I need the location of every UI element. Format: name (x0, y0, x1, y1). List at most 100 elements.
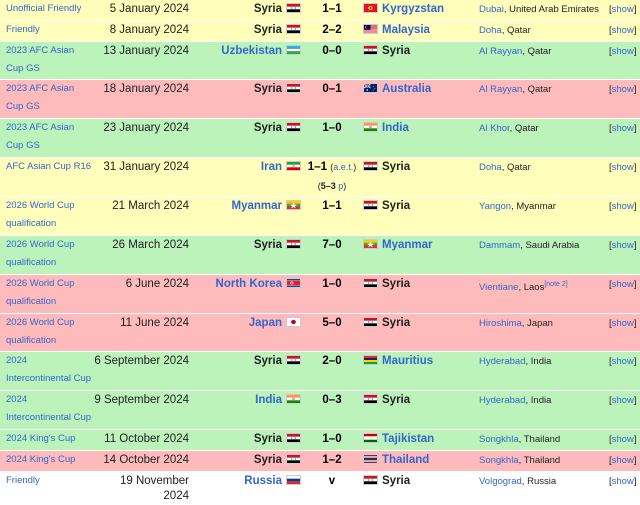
show-details-link[interactable]: show (612, 476, 634, 487)
show-details-link[interactable]: show (612, 201, 634, 212)
venue-city-link[interactable]: Al Rayyan (479, 84, 522, 95)
competition-link[interactable]: Unofficial Friendly (6, 3, 81, 14)
match-date: 6 September 2024 (94, 352, 189, 391)
show-details-link[interactable]: show (612, 46, 634, 57)
score: 2–2 (322, 24, 341, 36)
score-cell: 1–1 (307, 0, 357, 21)
home-team-cell: Iran (189, 158, 307, 197)
venue-country: Qatar (515, 123, 539, 134)
syria-flag-icon (286, 355, 301, 365)
away-team-cell: Thailand (357, 451, 475, 472)
away-team-cell: Syria (357, 42, 475, 80)
competition-link[interactable]: 2026 World Cup qualification (6, 239, 74, 268)
away-team-link[interactable]: Mauritius (382, 355, 433, 367)
show-details-link[interactable]: show (612, 318, 634, 329)
venue-country: Qatar (528, 46, 552, 57)
score: 1–0 (322, 278, 341, 290)
venue-country: Qatar (507, 162, 531, 173)
venue-cell: Al Rayyan, Qatar (475, 80, 609, 119)
venue-city-link[interactable]: Yangon (479, 201, 511, 212)
competition-link[interactable]: 2024 Intercontinental Cup (6, 355, 91, 384)
competition-link[interactable]: 2023 AFC Asian Cup GS (6, 45, 74, 74)
match-date: 11 October 2024 (94, 430, 189, 451)
venue-cell: Hiroshima, Japan (475, 314, 609, 352)
show-details-link[interactable]: show (612, 84, 634, 95)
penalties-link[interactable]: p (338, 181, 343, 191)
venue-city-link[interactable]: Doha (479, 162, 502, 173)
competition-link[interactable]: 2026 World Cup qualification (6, 278, 74, 307)
venue-city-link[interactable]: Songkhla (479, 455, 519, 466)
show-details-link[interactable]: show (612, 162, 634, 173)
venue-country: Japan (527, 318, 553, 329)
venue-city-link[interactable]: Dubai (479, 4, 504, 15)
competition-link[interactable]: 2024 King's Cup (6, 454, 75, 465)
india-flag-icon (286, 394, 301, 404)
home-team-cell: Myanmar (189, 197, 307, 236)
venue-city-link[interactable]: Doha (479, 25, 502, 36)
venue-cell: Al Khor, Qatar (475, 119, 609, 158)
venue-city-link[interactable]: Hyderabad (479, 356, 525, 367)
venue-city-link[interactable]: Hyderabad (479, 395, 525, 406)
competition-link[interactable]: 2026 World Cup qualification (6, 317, 74, 346)
competition-link[interactable]: Friendly (6, 475, 40, 486)
away-team-cell: Tajikistan (357, 430, 475, 451)
venue-city-link[interactable]: Dammam (479, 240, 520, 251)
venue-city-link[interactable]: Al Khor (479, 123, 510, 134)
away-team-link[interactable]: Australia (382, 83, 431, 95)
venue-city-link[interactable]: Al Rayyan (479, 46, 522, 57)
competition-link[interactable]: 2023 AFC Asian Cup GS (6, 83, 74, 112)
home-team-cell: India (189, 391, 307, 430)
score-cell: 0–1 (307, 80, 357, 119)
score: 1–1 (308, 161, 327, 173)
show-details-link[interactable]: show (612, 356, 634, 367)
home-team-link[interactable]: Uzbekistan (221, 45, 282, 57)
home-team-link[interactable]: North Korea (216, 278, 282, 290)
score: 5–0 (322, 317, 341, 329)
show-details-link[interactable]: show (612, 123, 634, 134)
syria-flag-icon (363, 278, 378, 288)
home-team-link[interactable]: Iran (261, 161, 282, 173)
away-team-link[interactable]: Thailand (382, 454, 429, 466)
venue-city-link[interactable]: Volgograd (479, 476, 522, 487)
match-row: 2023 AFC Asian Cup GS 13 January 2024 Uz… (0, 42, 640, 80)
show-details-link[interactable]: show (612, 25, 634, 36)
competition-link[interactable]: Friendly (6, 24, 40, 35)
myanmar-flag-icon (286, 200, 301, 210)
score: 1–1 (322, 3, 341, 15)
home-team-link[interactable]: India (255, 394, 282, 406)
home-team-link[interactable]: Russia (244, 475, 282, 487)
away-team-link[interactable]: Tajikistan (382, 433, 434, 445)
competition-link[interactable]: 2024 Intercontinental Cup (6, 394, 91, 423)
match-date: 13 January 2024 (94, 42, 189, 80)
home-team-link[interactable]: Japan (249, 317, 282, 329)
venue-cell: Hyderabad, India (475, 352, 609, 391)
venue-country: Saudi Arabia (525, 240, 579, 251)
show-details-link[interactable]: show (612, 240, 634, 251)
venue-city-link[interactable]: Songkhla (479, 434, 519, 445)
show-details-link[interactable]: show (612, 4, 634, 15)
venue-city-link[interactable]: Vientiane (479, 282, 518, 293)
away-team-link[interactable]: Myanmar (382, 239, 433, 251)
footnote-link[interactable]: [note 2] (544, 281, 567, 288)
competition-link[interactable]: 2024 King's Cup (6, 433, 75, 444)
home-team-link[interactable]: Myanmar (232, 200, 283, 212)
show-details-link[interactable]: show (612, 434, 634, 445)
venue-cell: Doha, Qatar (475, 21, 609, 42)
show-details-link[interactable]: show (612, 395, 634, 406)
home-team-link: Syria (254, 3, 282, 15)
competition-link[interactable]: 2023 AFC Asian Cup GS (6, 122, 74, 151)
venue-city-link[interactable]: Hiroshima (479, 318, 522, 329)
competition-link[interactable]: 2026 World Cup qualification (6, 200, 74, 229)
away-team-cell: Syria (357, 197, 475, 236)
away-team-link[interactable]: Malaysia (382, 24, 430, 36)
show-details-link[interactable]: show (612, 455, 634, 466)
match-date: 5 January 2024 (94, 0, 189, 21)
away-team-link[interactable]: India (382, 122, 409, 134)
competition-link[interactable]: AFC Asian Cup R16 (6, 161, 91, 172)
score-cell: 2–2 (307, 21, 357, 42)
results-table: Unofficial Friendly 5 January 2024 Syria… (0, 0, 640, 505)
aet-link[interactable]: a.e.t. (333, 162, 353, 172)
home-team-cell: North Korea (189, 275, 307, 314)
away-team-link[interactable]: Kyrgyzstan (382, 3, 444, 15)
show-details-link[interactable]: show (612, 279, 634, 290)
